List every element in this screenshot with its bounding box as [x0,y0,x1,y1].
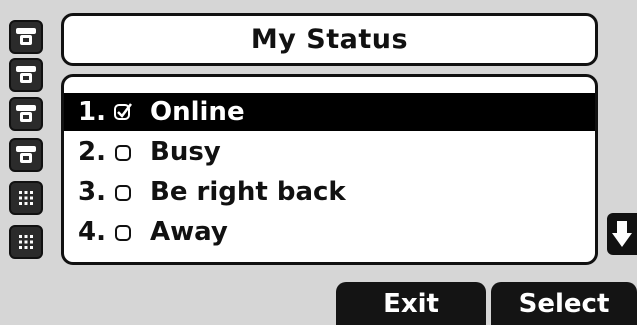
phone-screen: My Status 1. Online 2. Busy 3. Be right … [0,0,637,325]
scroll-down-indicator[interactable] [607,213,637,255]
arrow-down-icon [612,221,632,247]
checkbox-icon [110,142,136,162]
keypad-icon [19,235,33,249]
line-key-3[interactable] [9,97,43,131]
item-number: 3. [78,177,106,207]
phone-handset-icon [16,28,36,45]
line-key-6[interactable] [9,225,43,259]
line-key-4[interactable] [9,138,43,172]
checkbox-icon [110,222,136,242]
keypad-icon [19,191,33,205]
line-key-2[interactable] [9,58,43,92]
item-number: 1. [78,97,106,127]
status-label: Away [150,217,228,247]
line-key-1[interactable] [9,20,43,54]
status-label: Online [150,97,245,127]
item-number: 2. [78,137,106,167]
item-number: 4. [78,217,106,247]
page-title: My Status [250,24,409,55]
phone-handset-icon [16,66,36,83]
list-item-away[interactable]: 4. Away [64,213,595,251]
list-item-be-right-back[interactable]: 3. Be right back [64,173,595,211]
exit-button[interactable]: Exit [336,282,486,325]
phone-handset-icon [16,146,36,163]
status-label: Be right back [150,177,346,207]
status-label: Busy [150,137,221,167]
list-item-busy[interactable]: 2. Busy [64,133,595,171]
phone-handset-icon [16,105,36,122]
title-bar: My Status [61,13,598,66]
exit-label: Exit [383,288,439,319]
line-key-5[interactable] [9,181,43,215]
select-button[interactable]: Select [491,282,637,325]
status-list: 1. Online 2. Busy 3. Be right back 4. Aw… [61,74,598,265]
select-label: Select [518,288,610,319]
checkbox-checked-icon [110,102,136,122]
checkbox-icon [110,182,136,202]
list-item-online[interactable]: 1. Online [64,93,595,131]
